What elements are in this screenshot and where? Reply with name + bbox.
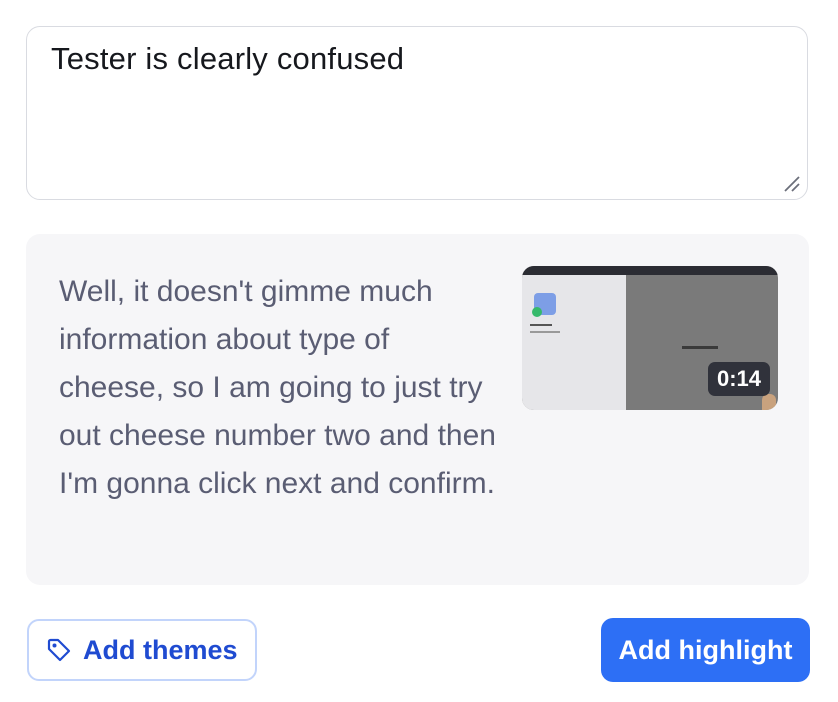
add-themes-button[interactable]: Add themes <box>27 619 257 681</box>
thumbnail-center-text <box>682 346 718 349</box>
video-thumbnail[interactable]: 0:14 <box>522 266 778 410</box>
thumbnail-browser-bar <box>522 266 778 275</box>
thumbnail-text-line <box>530 331 560 333</box>
resize-handle-icon[interactable] <box>781 173 801 193</box>
add-themes-label: Add themes <box>83 634 238 665</box>
transcript-card: Well, it doesn't gimme much information … <box>26 234 809 585</box>
thumbnail-check-icon <box>532 307 542 317</box>
note-textarea[interactable]: Tester is clearly confused <box>26 26 808 200</box>
transcript-text: Well, it doesn't gimme much information … <box>59 275 496 500</box>
thumbnail-webcam <box>762 394 776 410</box>
tag-icon <box>47 638 71 662</box>
note-text[interactable]: Tester is clearly confused <box>51 41 404 77</box>
thumbnail-text-line <box>530 324 552 326</box>
add-highlight-button[interactable]: Add highlight <box>601 618 810 682</box>
video-duration-badge: 0:14 <box>707 362 770 396</box>
